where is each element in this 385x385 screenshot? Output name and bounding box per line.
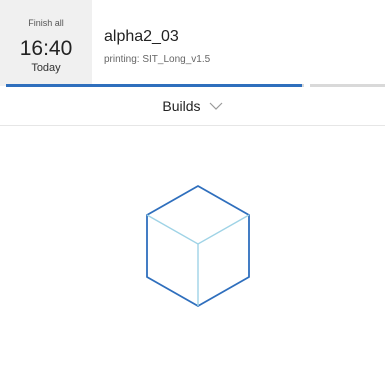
printer-status-screen: Finish all 16:40 Today alpha2_03 printin… — [0, 0, 385, 385]
finish-time-panel: Finish all 16:40 Today — [0, 0, 92, 86]
builds-dropdown[interactable]: Builds — [0, 87, 385, 126]
job-name: alpha2_03 — [104, 28, 179, 45]
print-job-header: Finish all 16:40 Today alpha2_03 printin… — [0, 0, 385, 86]
cube-icon — [146, 185, 250, 307]
finish-day: Today — [31, 62, 61, 74]
job-status: printing: SIT_Long_v1.5 — [104, 54, 211, 65]
finish-label: Finish all — [28, 18, 64, 28]
finish-time: 16:40 — [19, 37, 73, 60]
builds-dropdown-label: Builds — [162, 98, 201, 114]
chevron-down-icon — [209, 102, 222, 110]
